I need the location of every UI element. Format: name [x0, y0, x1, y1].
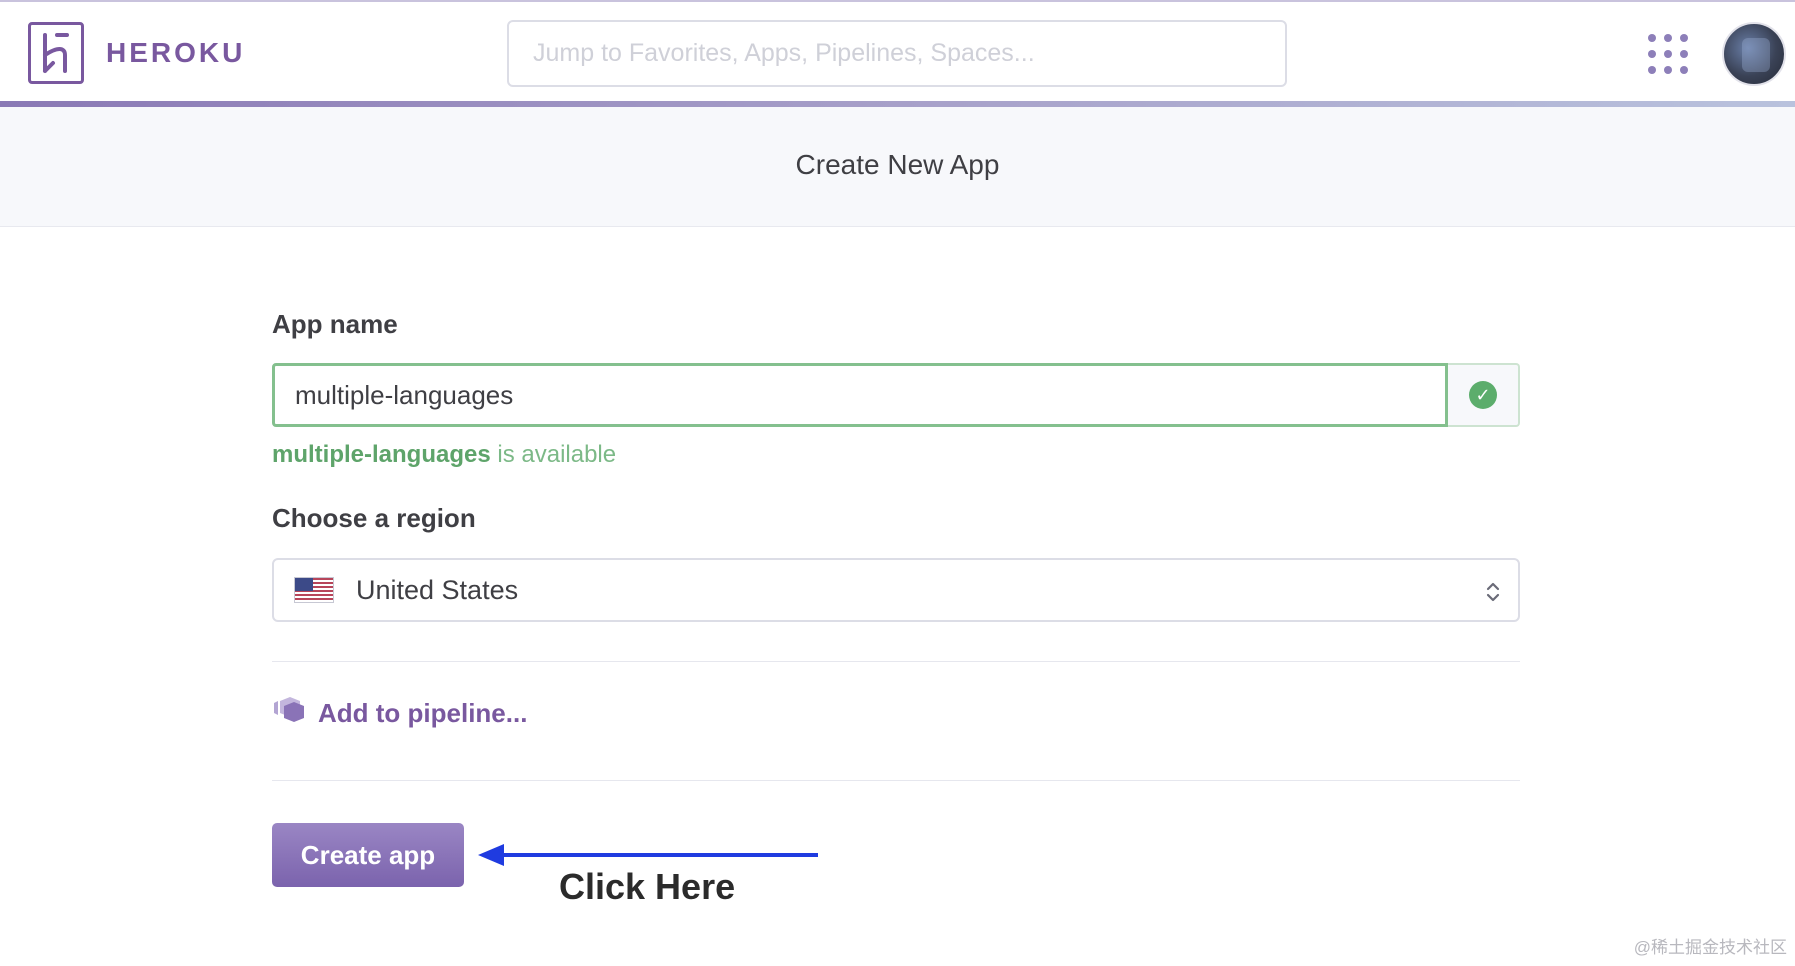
pipeline-label: Add to pipeline...	[318, 697, 528, 728]
search-input[interactable]	[507, 20, 1287, 87]
app-name-status: ✓	[1448, 363, 1520, 427]
page-subheader: Create New App	[0, 107, 1795, 227]
click-here-annotation: Click Here	[559, 866, 736, 907]
app-name-input[interactable]	[272, 363, 1448, 427]
add-to-pipeline-link[interactable]: Add to pipeline...	[272, 697, 527, 729]
avatar[interactable]	[1722, 22, 1786, 86]
region-label: Choose a region	[272, 503, 476, 533]
app-name-field: ✓	[272, 363, 1520, 427]
region-value: United States	[356, 574, 519, 605]
logo-text: HEROKU	[106, 37, 246, 68]
chevron-up-down-icon	[1484, 578, 1502, 606]
check-circle-icon: ✓	[1469, 381, 1497, 409]
us-flag-icon	[294, 577, 334, 603]
watermark: @稀土掘金技术社区	[1633, 938, 1787, 957]
availability-app-name: multiple-languages	[272, 441, 491, 468]
heroku-logo[interactable]: HEROKU	[28, 22, 245, 84]
apps-grid-icon[interactable]	[1648, 34, 1688, 74]
page-title: Create New App	[795, 149, 1000, 180]
availability-suffix: is available	[490, 441, 617, 468]
create-app-button[interactable]: Create app	[272, 823, 464, 887]
app-name-label: App name	[272, 309, 398, 339]
pipeline-icon	[272, 697, 306, 729]
divider	[272, 661, 1520, 662]
availability-message: multiple-languages is available	[272, 441, 616, 469]
heroku-logo-icon	[28, 22, 84, 84]
divider	[272, 780, 1520, 781]
top-nav: HEROKU	[0, 0, 1795, 104]
region-select[interactable]: United States	[272, 558, 1520, 622]
